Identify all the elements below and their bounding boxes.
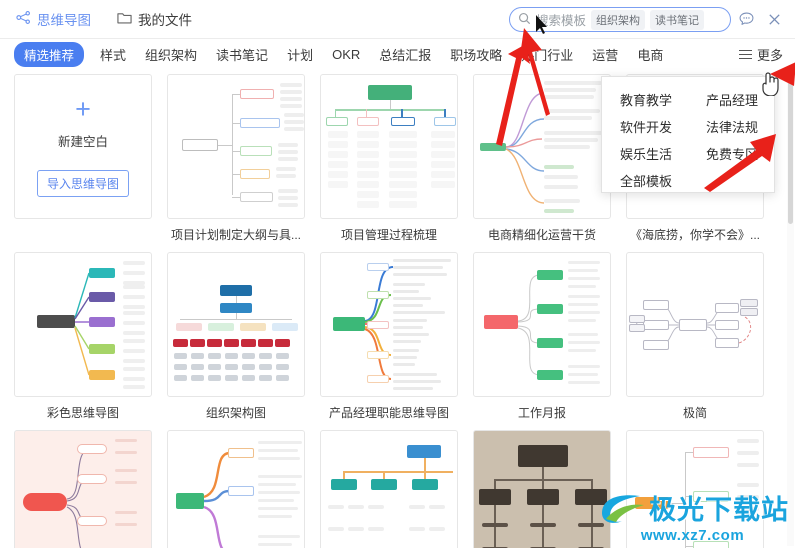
import-mindmap-button[interactable]: 导入思维导图 [36,170,129,197]
dropdown-item-software-dev[interactable]: 软件开发 [602,113,688,140]
category-tab-10[interactable]: 电商 [637,45,663,64]
close-button[interactable] [761,7,787,33]
feedback-button[interactable] [733,7,759,33]
dropdown-item-education[interactable]: 教育教学 [602,86,688,113]
card-caption: 项目计划制定大纲与具... [170,228,301,242]
plus-icon: + [75,94,91,124]
grid-cell: 极简 [626,252,764,430]
card-caption: 组织架构图 [205,406,266,420]
dropdown-item-entertainment[interactable]: 娱乐生活 [602,140,688,167]
grid-cell: 彩色思维导图 [14,252,152,430]
grid-cell: 产品经理职能思维导图 [320,252,458,430]
category-tab-6[interactable]: 总结汇报 [379,45,431,64]
template-thumb[interactable] [167,252,305,397]
search-chip-1[interactable]: 读书笔记 [650,9,705,30]
top-bar-right: 搜索模板 组织架构 读书笔记 [509,0,787,39]
template-thumb[interactable] [626,430,764,548]
category-tab-2[interactable]: 组织架构 [145,45,197,64]
search-input[interactable]: 搜索模板 组织架构 读书笔记 [509,7,731,32]
category-tab-0[interactable]: 精选推荐 [14,41,85,67]
grid-cell [626,430,764,548]
template-thumb[interactable] [167,74,305,219]
category-tab-1[interactable]: 样式 [100,45,126,64]
category-tab-5[interactable]: OKR [332,47,360,62]
dropdown-item-all-templates[interactable]: 全部模板 [602,167,688,194]
card-caption: 彩色思维导图 [46,406,119,420]
tab-mindmap-label: 思维导图 [37,13,91,28]
top-bar: 思维导图 我的文件 搜索模板 组织架构 读书笔记 [0,0,795,39]
tab-my-files-label: 我的文件 [138,13,192,28]
template-thumb[interactable] [473,430,611,548]
more-categories-button[interactable]: 更多 [738,45,783,64]
card-caption: 工作月报 [517,406,566,420]
template-thumb[interactable] [473,74,611,219]
mindmap-node-icon [16,10,31,28]
card-caption: 极简 [682,406,707,420]
hamburger-icon [738,49,752,60]
grid-cell: 组织架构图 [167,252,305,430]
card-caption [14,226,152,240]
grid-cell [320,430,458,548]
category-tab-9[interactable]: 运营 [592,45,618,64]
scrollbar-track[interactable] [787,74,794,546]
scrollbar-thumb[interactable] [788,74,793,224]
template-thumb[interactable] [320,74,458,219]
tab-my-files[interactable]: 我的文件 [117,9,192,29]
template-thumb[interactable] [14,430,152,548]
grid-cell: 项目管理过程梳理 [320,74,458,252]
more-categories-dropdown: 教育教学 产品经理 软件开发 法律法规 娱乐生活 免费专区 全部模板 [601,76,775,193]
template-thumb[interactable] [473,252,611,397]
card-caption: 《海底捞，你学不会》... [629,228,760,242]
new-blank-card[interactable]: + 新建空白 导入思维导图 [14,74,152,219]
grid-cell: 电商精细化运营干货 [473,74,611,252]
dropdown-item-product-manager[interactable]: 产品经理 [688,86,774,113]
grid-cell: + 新建空白 导入思维导图 [14,74,152,252]
card-caption: 产品经理职能思维导图 [328,406,449,420]
card-caption: 电商精细化运营干货 [487,228,596,242]
dropdown-row: 软件开发 法律法规 [602,113,774,140]
search-placeholder: 搜索模板 [536,14,587,28]
search-icon [518,12,531,28]
dropdown-row: 全部模板 [602,167,774,194]
grid-cell: 工作月报 [473,252,611,430]
card-caption: 项目管理过程梳理 [340,228,437,242]
template-thumb[interactable] [626,252,764,397]
template-thumb[interactable] [167,430,305,548]
template-thumb[interactable] [14,252,152,397]
grid-cell [167,430,305,548]
search-chip-0[interactable]: 组织架构 [591,9,646,30]
template-row-2: 彩色思维导图 组织架构图 产品经理职能思维导图 工作月报 极简 [14,252,795,430]
tab-mindmap[interactable]: 思维导图 [16,9,91,29]
dropdown-row: 娱乐生活 免费专区 [602,140,774,167]
template-thumb[interactable] [320,430,458,548]
dropdown-item-law[interactable]: 法律法规 [688,113,774,140]
folder-icon [117,11,132,28]
category-tab-3[interactable]: 读书笔记 [216,45,268,64]
dropdown-row: 教育教学 产品经理 [602,86,774,113]
category-tab-4[interactable]: 计划 [287,45,313,64]
category-tab-7[interactable]: 职场攻略 [450,45,502,64]
template-thumb[interactable] [320,252,458,397]
category-tab-8[interactable]: 热门行业 [521,45,573,64]
grid-cell: 项目计划制定大纲与具... [167,74,305,252]
grid-cell [14,430,152,548]
new-blank-label: 新建空白 [57,135,108,149]
more-label: 更多 [756,48,783,63]
category-nav: 精选推荐 样式 组织架构 读书笔记 计划 OKR 总结汇报 职场攻略 热门行业 … [0,39,795,69]
dropdown-item-free-zone[interactable]: 免费专区 [688,140,774,167]
template-row-3 [14,430,795,548]
grid-cell [473,430,611,548]
